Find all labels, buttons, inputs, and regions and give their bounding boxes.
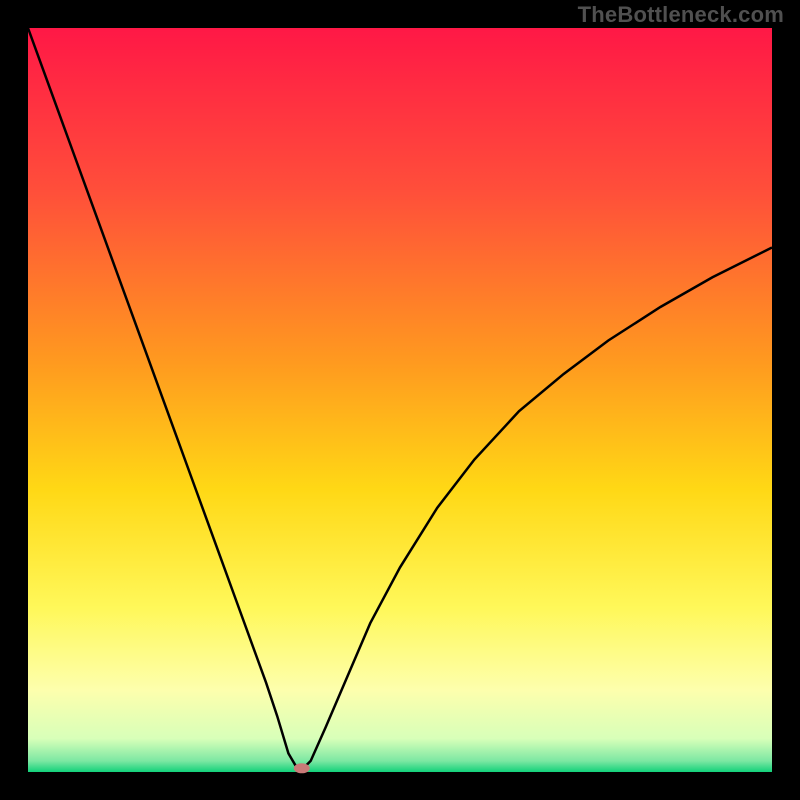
gradient-background [28, 28, 772, 772]
watermark-text: TheBottleneck.com [578, 2, 784, 28]
chart-frame: TheBottleneck.com [0, 0, 800, 800]
bottleneck-chart [0, 0, 800, 800]
optimal-point-marker [294, 763, 310, 773]
